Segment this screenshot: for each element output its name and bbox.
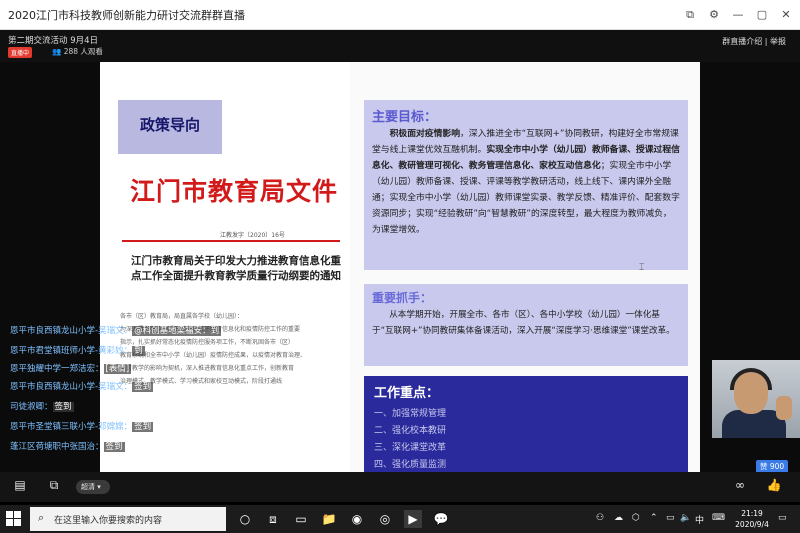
volume-icon[interactable]: 🔈: [680, 513, 691, 523]
picture-in-picture-icon[interactable]: ⧉: [684, 8, 696, 22]
tray-icon[interactable]: ⚇: [596, 513, 604, 523]
chat-comment: 恩平市良西镇龙山小学-吴瑞文： @科创基地梁福安：到: [10, 326, 222, 336]
notice-title: 江门市教育局关于印发大力推进教育信息化重点工作全面提升教育教学质量行动纲要的通知: [131, 255, 341, 282]
doc-number: 江教发字〔2020〕16号: [220, 232, 285, 239]
work-list: 一、加强常规管理 二、强化校本教研 三、深化课堂改革 四、强化质量监测: [374, 406, 678, 474]
doc-line: 教育教学的影响为契机，深入推进教育信息化重点工作，创新教育: [120, 365, 295, 372]
work-title: 工作重点：: [374, 386, 440, 401]
doc-line: 治理模式、教学模式、学习模式和家校互动模式，阶段打通线: [120, 378, 283, 385]
doc-body: 各市（区）教育局，局直属各学校（幼儿园）： 为深入贯彻落实习近平总书记关于教育信…: [120, 310, 348, 388]
app-window: 2020江门市科技教师创新能力研讨交流群群直播 ⧉ ⚙ — ▢ ✕ 第二期交流活…: [0, 0, 800, 533]
keyboard-icon[interactable]: ⌨: [712, 513, 725, 523]
player-controls: ▤ ⧉ 超清 ▾ ∞ 👍: [0, 472, 800, 502]
tray-icon[interactable]: ⬡: [632, 513, 640, 523]
wechat-icon[interactable]: 💬: [432, 510, 450, 528]
work-item: 一、加强常规管理: [374, 409, 447, 419]
maximize-icon[interactable]: ▢: [756, 8, 768, 21]
policy-tag: 政策导向: [118, 100, 222, 154]
search-icon: ⌕: [38, 511, 45, 524]
browser-icon[interactable]: ◉: [348, 510, 366, 528]
doc-line: 各市（区）教育局，局直属各学校（幼儿园）：: [120, 313, 244, 320]
browser2-icon[interactable]: ◎: [376, 510, 394, 528]
focus-title: 重要抓手：: [372, 291, 433, 305]
chat-comment: 恩平独耀中学一郑洁宏： [表情]: [10, 364, 132, 374]
ime-indicator[interactable]: 中: [695, 513, 704, 526]
windows-taskbar: ⌕ 在这里输入你要搜索的内容 ○ ⧈ ▭ 📁 ◉ ◎ ▶ 💬 ⚇ ☁ ⬡ ⌃ ▭…: [0, 505, 800, 533]
work-item: 三、深化课堂改革: [374, 443, 447, 453]
live-app-icon[interactable]: ▶: [404, 510, 422, 528]
doc-line: 教育系统和全市中小学（幼儿园）疫情防控成果，以疫情对教育治理、: [120, 352, 307, 359]
session-title: 第二期交流活动 9月4日: [8, 36, 99, 46]
goal-text: 积极面对疫情影响，深入推进全市“互联网+”协同教研，构建好全市常规课堂与线上课堂…: [372, 129, 680, 235]
quality-select[interactable]: 超清 ▾: [76, 480, 110, 494]
live-badge: 直播中: [8, 47, 33, 58]
doc-title: 江门市教育局文件: [130, 177, 339, 206]
cortana-icon[interactable]: ○: [236, 510, 254, 528]
minimize-icon[interactable]: —: [732, 8, 744, 21]
taskbar-search-box[interactable]: ⌕ 在这里输入你要搜索的内容: [30, 507, 226, 531]
task-view-icon[interactable]: ⧈: [264, 510, 282, 528]
presentation-slide: 政策导向 江门市教育局文件 江教发字〔2020〕16号 江门市教育局关于印发大力…: [100, 62, 700, 498]
video-stage[interactable]: 政策导向 江门市教育局文件 江教发字〔2020〕16号 江门市教育局关于印发大力…: [0, 62, 800, 498]
link-icon[interactable]: ∞: [730, 478, 750, 496]
share-screen-icon[interactable]: ⧉: [44, 478, 64, 496]
mouse-cursor-icon: ⌶: [639, 263, 645, 273]
chat-comment: 司徒淑卿： 签到: [10, 402, 74, 412]
chevron-down-icon: ▾: [97, 483, 101, 491]
focus-text: 从本学期开始，开展全市、各市（区）、各中小学校（幼儿园）一体化基于“互联网+”协…: [372, 310, 675, 336]
people-icon: 👥: [52, 47, 62, 56]
goal-title: 主要目标：: [372, 110, 438, 125]
close-icon[interactable]: ✕: [780, 8, 792, 21]
windows-start-icon[interactable]: [6, 511, 22, 527]
live-header: 第二期交流活动 9月4日 直播中 👥 288 人观看 群直播介绍 | 举报: [0, 30, 800, 62]
chat-comment: 恩平市君堂镇班师小学-黄彩妙：到: [10, 346, 145, 356]
viewer-count: 👥 288 人观看: [52, 47, 103, 56]
focus-box: 重要抓手： 从本学期开始，开展全市、各市（区）、各中小学校（幼儿园）一体化基于“…: [364, 284, 688, 366]
file-explorer-icon[interactable]: 📁: [320, 510, 338, 528]
chat-comment: 恩平市良西镇龙山小学-吴瑞文： 签到: [10, 382, 154, 392]
settings-icon[interactable]: ⚙: [708, 8, 720, 21]
intro-report-links[interactable]: 群直播介绍 | 举报: [722, 36, 786, 47]
network-icon[interactable]: ▭: [666, 513, 675, 523]
chat-comment: 恩平市圣堂镇三联小学-邓嫦嫦： 签到: [10, 422, 154, 432]
taskbar-clock[interactable]: 21:19 2020/9/4: [732, 508, 772, 530]
window-title: 2020江门市科技教师创新能力研讨交流群群直播: [8, 8, 245, 22]
chevron-up-icon[interactable]: ⌃: [650, 513, 658, 523]
comment-toggle-icon[interactable]: ▤: [10, 478, 30, 496]
work-item: 二、强化校本教研: [374, 426, 447, 436]
thumbs-up-icon[interactable]: 👍: [764, 478, 784, 496]
goal-box: 主要目标： 积极面对疫情影响，深入推进全市“互联网+”协同教研，构建好全市常规课…: [364, 100, 688, 270]
red-divider: [122, 240, 340, 242]
window-titlebar: 2020江门市科技教师创新能力研讨交流群群直播 ⧉ ⚙ — ▢ ✕: [0, 0, 800, 30]
desktop-app-icon[interactable]: ▭: [292, 510, 310, 528]
notification-icon[interactable]: ▭: [778, 513, 787, 523]
tray-icon[interactable]: ☁: [614, 513, 623, 523]
presenter-webcam[interactable]: [712, 360, 800, 438]
work-box: 工作重点： 一、加强常规管理 二、强化校本教研 三、深化课堂改革 四、强化质量监…: [364, 376, 688, 482]
headset-icon: [730, 368, 772, 390]
chat-comment: 蓬江区荷塘职中张国治： 签到: [10, 442, 125, 452]
